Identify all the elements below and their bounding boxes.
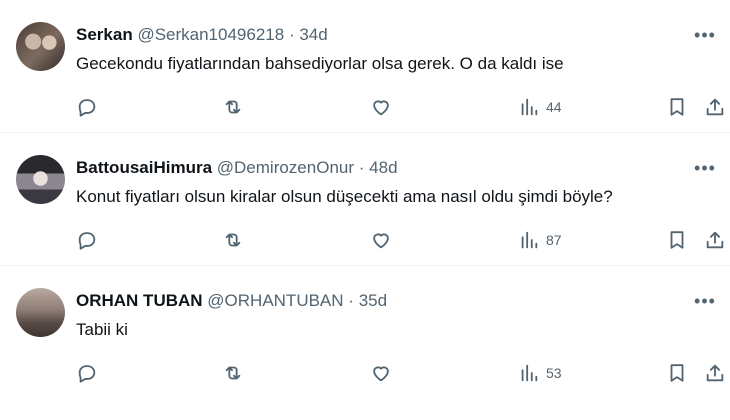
tweet-text: Konut fiyatları olsun kiralar olsun düşe…	[76, 187, 613, 206]
views-chart-icon[interactable]: 53	[518, 360, 562, 386]
reply-icon[interactable]	[76, 227, 98, 253]
tweet-actions: 87	[76, 227, 724, 253]
user-handle[interactable]: @DemirozenOnur	[217, 158, 354, 177]
display-name[interactable]: Serkan	[76, 25, 133, 44]
share-icon[interactable]	[704, 94, 726, 120]
heart-icon[interactable]	[370, 94, 392, 120]
tweet-header: ORHAN TUBAN @ORHANTUBAN · 35d	[76, 290, 387, 312]
separator: ·	[288, 25, 295, 44]
tweet-age[interactable]: 35d	[359, 291, 387, 310]
tweet-text: Gecekondu fiyatlarından bahsediyorlar ol…	[76, 54, 564, 73]
view-count: 53	[546, 365, 562, 381]
avatar[interactable]	[16, 155, 65, 204]
user-handle[interactable]: @ORHANTUBAN	[207, 291, 343, 310]
view-count: 87	[546, 232, 562, 248]
more-options-icon[interactable]: •••	[692, 22, 718, 48]
share-icon[interactable]	[704, 360, 726, 386]
tweet-header: Serkan @Serkan10496218 · 34d	[76, 24, 328, 46]
tweet[interactable]: Serkan @Serkan10496218 · 34d ••• Gecekon…	[0, 0, 730, 133]
retweet-icon[interactable]	[222, 227, 244, 253]
tweet-age[interactable]: 34d	[299, 25, 327, 44]
separator: ·	[348, 291, 354, 310]
bookmark-icon[interactable]	[666, 360, 688, 386]
avatar[interactable]	[16, 22, 65, 71]
reply-feed: Serkan @Serkan10496218 · 34d ••• Gecekon…	[0, 0, 730, 420]
avatar[interactable]	[16, 288, 65, 337]
tweet-age[interactable]: 48d	[369, 158, 397, 177]
more-options-icon[interactable]: •••	[692, 155, 718, 181]
tweet-text: Tabii ki	[76, 320, 128, 339]
share-icon[interactable]	[704, 227, 726, 253]
view-count: 44	[546, 99, 562, 115]
user-handle[interactable]: @Serkan10496218	[137, 25, 284, 44]
retweet-icon[interactable]	[222, 360, 244, 386]
display-name[interactable]: ORHAN TUBAN	[76, 291, 203, 310]
views-chart-icon[interactable]: 44	[518, 94, 562, 120]
reply-icon[interactable]	[76, 360, 98, 386]
tweet-actions: 44	[76, 94, 724, 120]
bookmark-icon[interactable]	[666, 94, 688, 120]
separator: ·	[358, 158, 365, 177]
views-chart-icon[interactable]: 87	[518, 227, 562, 253]
tweet[interactable]: ORHAN TUBAN @ORHANTUBAN · 35d ••• Tabii …	[0, 266, 730, 399]
tweet-actions: 53	[76, 360, 724, 386]
reply-icon[interactable]	[76, 94, 98, 120]
display-name[interactable]: BattousaiHimura	[76, 158, 212, 177]
more-options-icon[interactable]: •••	[692, 288, 718, 314]
tweet[interactable]: BattousaiHimura @DemirozenOnur · 48d •••…	[0, 133, 730, 266]
heart-icon[interactable]	[370, 227, 392, 253]
heart-icon[interactable]	[370, 360, 392, 386]
retweet-icon[interactable]	[222, 94, 244, 120]
tweet-header: BattousaiHimura @DemirozenOnur · 48d	[76, 157, 398, 179]
bookmark-icon[interactable]	[666, 227, 688, 253]
